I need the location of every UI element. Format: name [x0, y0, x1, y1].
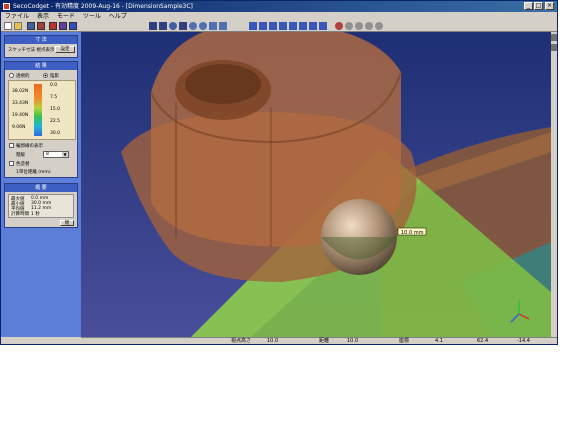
- color-map-icon[interactable]: [59, 22, 67, 30]
- summary-box: 最大値 0.0 mm 最小値 30.0 mm 平均値 11.2 mm 計算時間 …: [8, 194, 74, 218]
- light-icon[interactable]: [335, 22, 343, 30]
- wireframe-icon[interactable]: [355, 22, 363, 30]
- menu-tools[interactable]: ツール: [83, 12, 101, 21]
- view-front-icon[interactable]: [249, 22, 257, 30]
- app-window: SecoCodget - 有効精度 2009-Aug-16 - [Dimensi…: [0, 0, 558, 345]
- transparent-radio[interactable]: [9, 73, 14, 78]
- measure-icon[interactable]: [49, 22, 57, 30]
- toolbar: [1, 21, 557, 32]
- summary-value: 1 秒: [31, 212, 40, 217]
- status-value-distance: 10.0: [347, 338, 359, 344]
- rotate-icon[interactable]: [169, 22, 177, 30]
- status-coord-y: 62.4: [477, 338, 489, 344]
- recolor-checkbox[interactable]: [9, 161, 14, 166]
- view-top-icon[interactable]: [269, 22, 277, 30]
- transparent-radio-label: 透視的: [16, 74, 30, 79]
- select-icon[interactable]: [149, 22, 157, 30]
- unit-note: 1単位距離 (mm): [16, 170, 51, 175]
- view-bottom-icon[interactable]: [279, 22, 287, 30]
- status-label-distance: 距離: [319, 338, 330, 344]
- status-bar: 視点高さ 10.0 距離 10.0 座標 4.1 62.4 -14.4: [81, 337, 557, 344]
- color-scale-bar: [34, 84, 42, 136]
- legend-value: 30.0: [50, 131, 61, 136]
- summary-group: 概 要 最大値 0.0 mm 最小値 30.0 mm 平均値 11.2 mm 計…: [4, 183, 78, 228]
- chevron-down-icon: ▼: [62, 152, 68, 157]
- summary-group-title: 概 要: [5, 184, 77, 192]
- shaded-radio-label: 陰影: [50, 74, 59, 79]
- title-bar: SecoCodget - 有効精度 2009-Aug-16 - [Dimensi…: [1, 1, 557, 12]
- menu-help[interactable]: ヘルプ: [109, 12, 127, 21]
- legend-value: 0.0: [50, 83, 58, 88]
- status-label-coord: 座標: [399, 338, 410, 344]
- result-group: 結 果 透視的 陰影 0.0 7.5 15.0 22.5 30.0 38.02N…: [4, 61, 78, 178]
- maximize-button[interactable]: □: [534, 2, 543, 10]
- pointer-icon[interactable]: [159, 22, 167, 30]
- legend-force: 33.43N: [12, 101, 29, 106]
- legend-value: 7.5: [50, 95, 58, 100]
- bore-inner: [185, 64, 261, 104]
- step-label: 階級: [16, 153, 25, 158]
- result-group-title: 結 果: [5, 62, 77, 70]
- save-icon[interactable]: [27, 22, 35, 30]
- shaded-radio[interactable]: [43, 73, 48, 78]
- menu-bar: ファイル 表示 モード ツール ヘルプ: [1, 12, 557, 21]
- color-legend: 0.0 7.5 15.0 22.5 30.0 38.02N 33.43N 19.…: [8, 80, 76, 140]
- zoom-out-icon[interactable]: [199, 22, 207, 30]
- step-select[interactable]: 8 ▼: [43, 151, 69, 158]
- status-value-height: 10.0: [267, 338, 279, 344]
- menu-mode[interactable]: モード: [57, 12, 75, 21]
- close-button[interactable]: ×: [545, 2, 554, 10]
- view-iso2-icon[interactable]: [319, 22, 327, 30]
- view-left-icon[interactable]: [289, 22, 297, 30]
- zoom-in-icon[interactable]: [189, 22, 197, 30]
- view-iso-icon[interactable]: [309, 22, 317, 30]
- wave-icon[interactable]: [69, 22, 77, 30]
- probe-icon[interactable]: [551, 44, 557, 51]
- legend-force: 9.06N: [12, 125, 26, 130]
- measure-tooltip-text: 10.0 mm: [401, 230, 424, 236]
- status-coord-x: 4.1: [435, 338, 443, 344]
- status-label-height: 視点高さ: [231, 338, 252, 344]
- app-icon: [3, 3, 10, 10]
- 3d-viewport[interactable]: 10.0 mm: [81, 32, 551, 337]
- dimension-group: 寸 法 スケッチ寸法 視点表示 設定: [4, 35, 78, 58]
- outline-checkbox-label: 輪郭線の表示: [16, 144, 43, 149]
- dimension-group-title: 寸 法: [5, 36, 77, 44]
- menu-file[interactable]: ファイル: [5, 12, 29, 21]
- outline-checkbox[interactable]: [9, 143, 14, 148]
- step-select-value: 8: [46, 152, 49, 157]
- dimension-label: スケッチ寸法 視点表示: [8, 48, 55, 53]
- menu-view[interactable]: 表示: [37, 12, 49, 21]
- shade-icon[interactable]: [345, 22, 353, 30]
- minimize-button[interactable]: _: [524, 2, 533, 10]
- window-title: SecoCodget - 有効精度 2009-Aug-16 - [Dimensi…: [13, 3, 193, 10]
- view-right-icon[interactable]: [299, 22, 307, 30]
- summary-close-button[interactable]: 閉: [60, 220, 74, 226]
- pick-icon[interactable]: [551, 34, 557, 41]
- hidden-line-icon[interactable]: [365, 22, 373, 30]
- view-back-icon[interactable]: [259, 22, 267, 30]
- zoom-fit-icon[interactable]: [209, 22, 217, 30]
- pan-icon[interactable]: [179, 22, 187, 30]
- legend-value: 15.0: [50, 107, 61, 112]
- print-icon[interactable]: [37, 22, 45, 30]
- summary-label: 計算時間: [11, 212, 29, 217]
- render-icon[interactable]: [375, 22, 383, 30]
- right-toolbar: [551, 32, 557, 337]
- new-file-icon[interactable]: [4, 22, 12, 30]
- legend-force: 38.02N: [12, 89, 29, 94]
- legend-force: 19.40N: [12, 113, 29, 118]
- model-render: 10.0 mm: [81, 32, 551, 337]
- open-folder-icon[interactable]: [14, 22, 22, 30]
- left-panel: 寸 法 スケッチ寸法 視点表示 設定 結 果 透視的 陰影 0.0 7.5 15…: [1, 32, 81, 337]
- dimension-settings-button[interactable]: 設定: [55, 46, 75, 53]
- status-coord-z: -14.4: [517, 338, 530, 344]
- recolor-checkbox-label: 色塗替: [16, 162, 30, 167]
- zoom-window-icon[interactable]: [219, 22, 227, 30]
- legend-value: 22.5: [50, 119, 61, 124]
